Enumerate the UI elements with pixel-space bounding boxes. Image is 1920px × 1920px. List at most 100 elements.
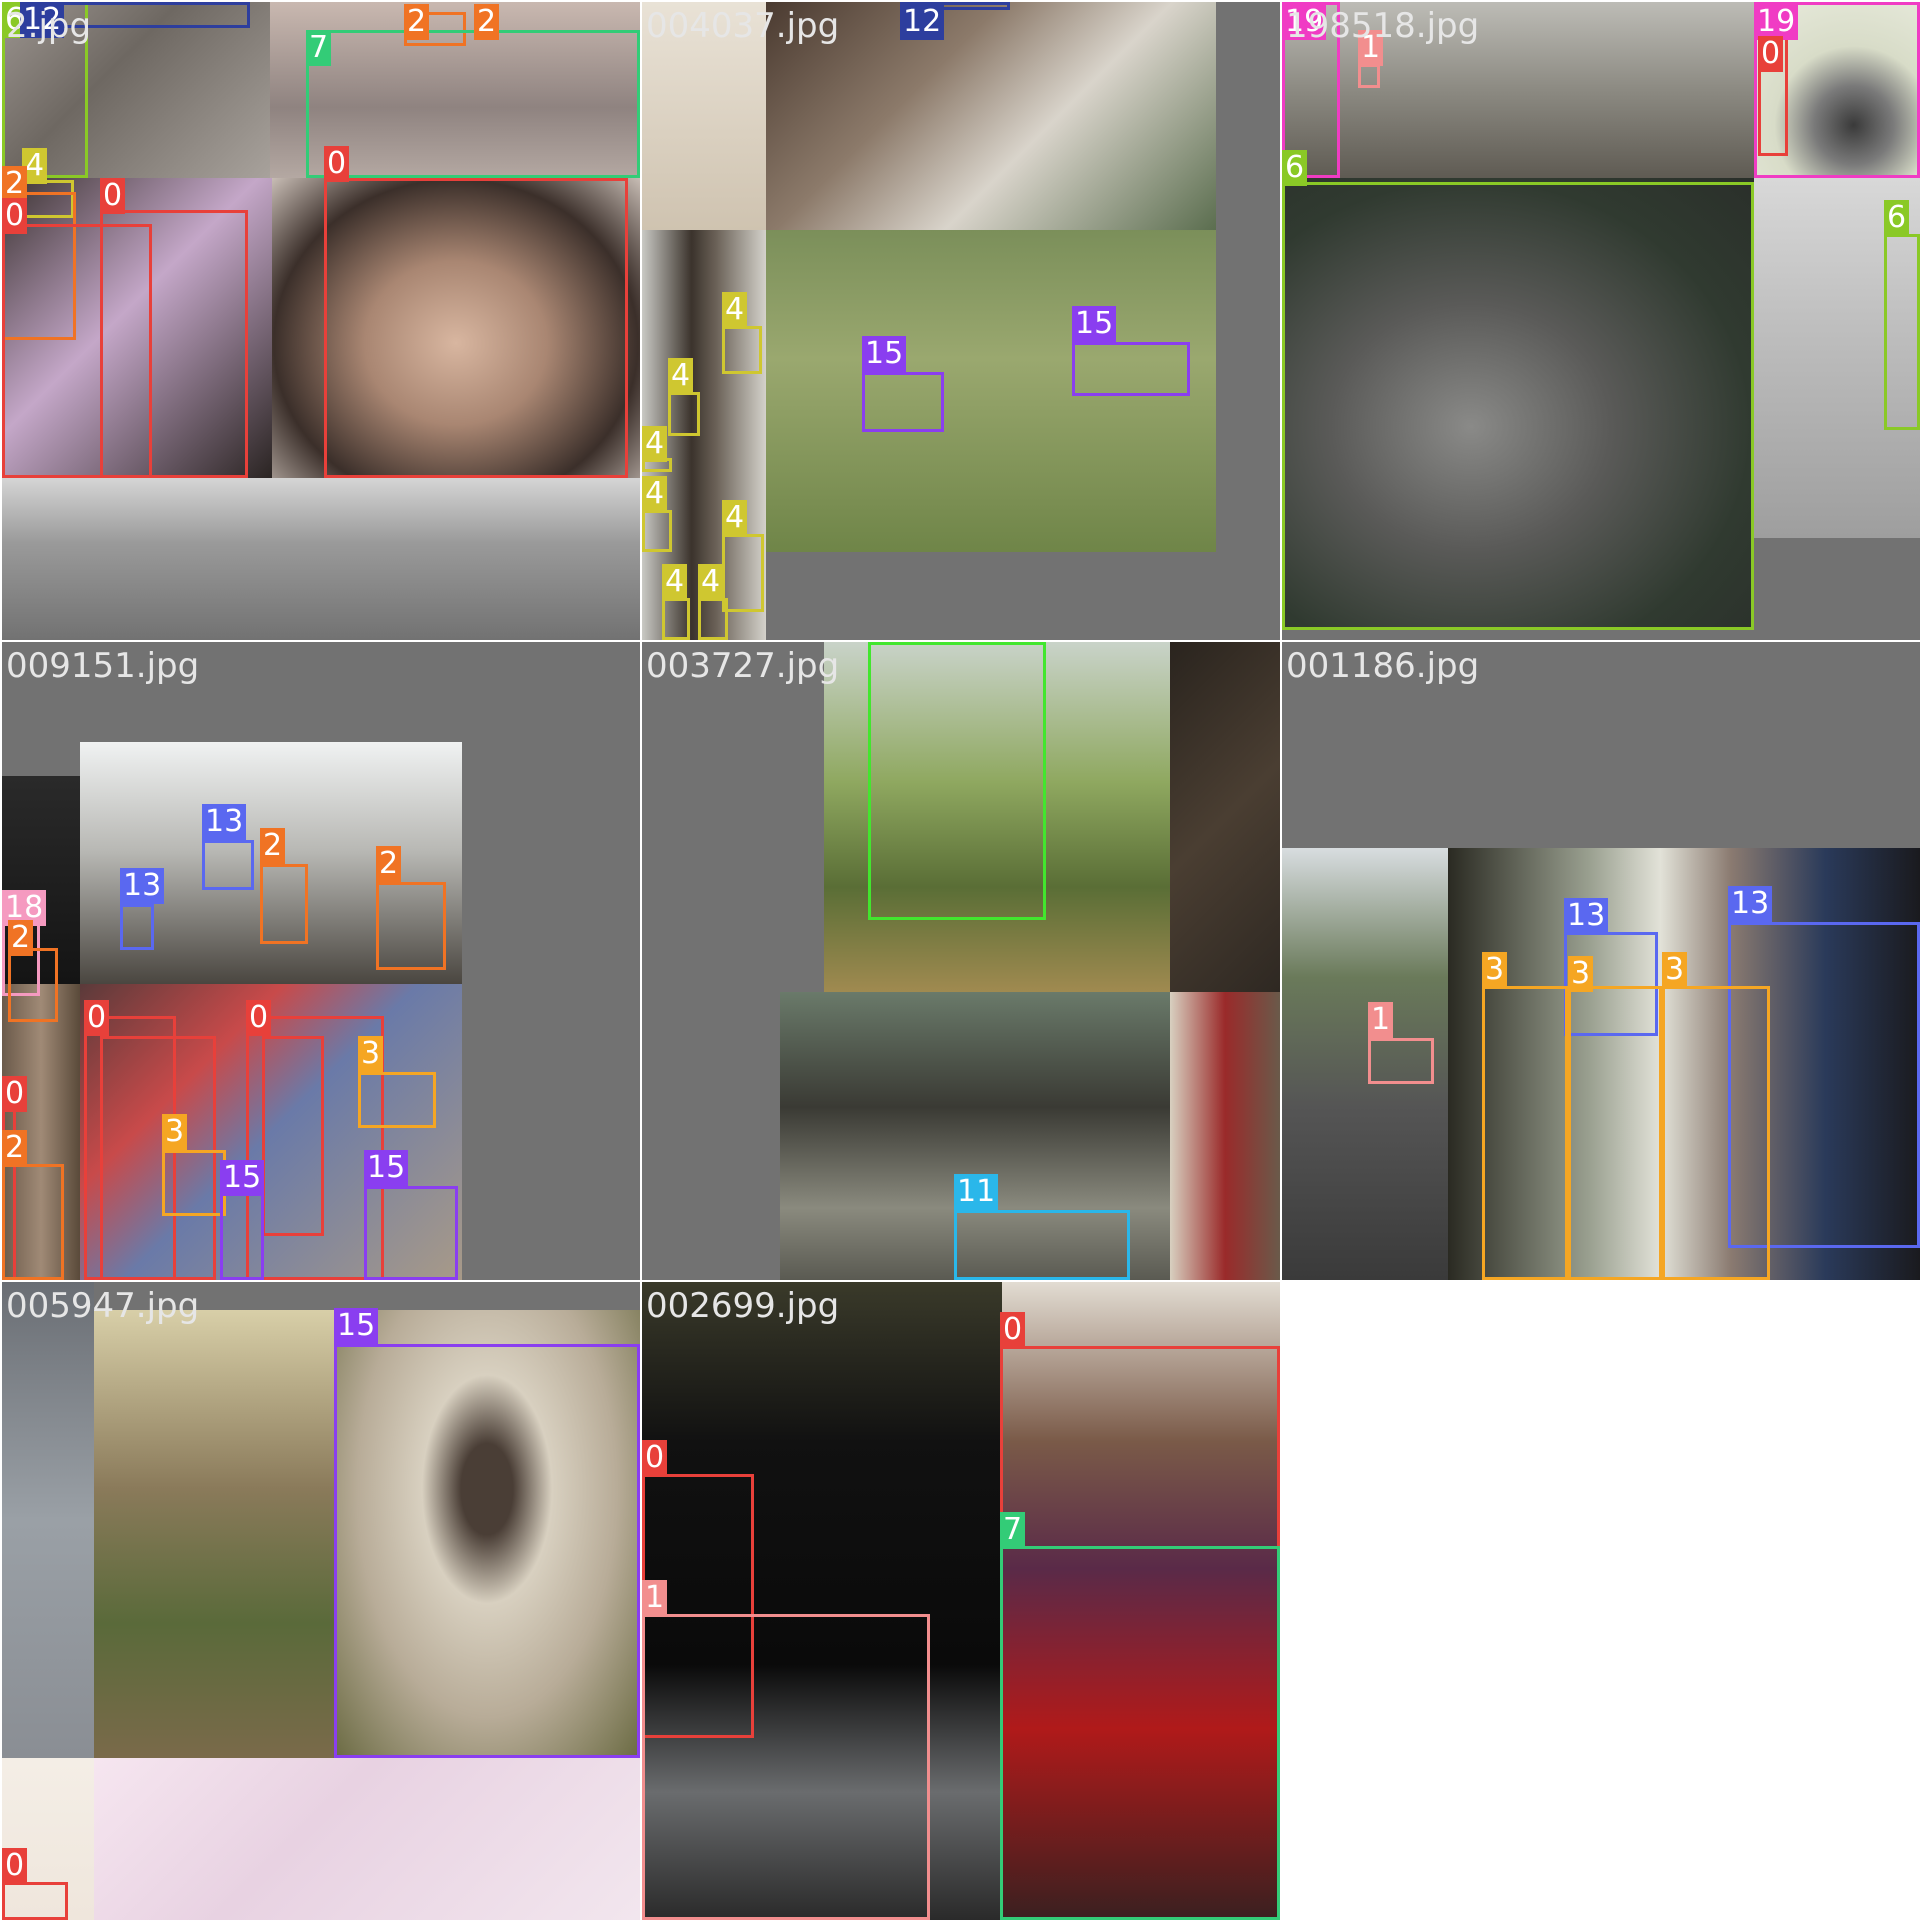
detection-label: 2: [2, 1130, 28, 1166]
detection-box: [1282, 182, 1754, 630]
tile-filename: 198518.jpg: [1286, 6, 1480, 46]
detection-label: 4: [668, 358, 694, 394]
detection-box: [1072, 342, 1190, 396]
detection-box: [1000, 1546, 1280, 1920]
mosaic-tile-1: 2.jpg 6 12 2 2 7 4 2 0 0 0: [2, 2, 640, 640]
detection-label: 1: [1368, 1002, 1394, 1038]
mosaic-grid: { "colors": { "class_0": "#e8403a", "cla…: [0, 0, 1920, 1920]
detection-box: [642, 1614, 930, 1920]
detection-box: [1884, 234, 1920, 430]
tile-filename: 002699.jpg: [646, 1286, 840, 1326]
detection-label: 0: [642, 1440, 668, 1476]
detection-label: 2: [260, 828, 286, 864]
detection-box: [162, 1150, 226, 1216]
detection-label: 0: [2, 198, 28, 234]
detection-box: [2, 1164, 64, 1280]
detection-box: [698, 598, 728, 640]
detection-label: 4: [642, 476, 668, 512]
detection-label: 15: [862, 336, 907, 372]
detection-label: 15: [1072, 306, 1117, 342]
detection-label: 11: [954, 1174, 999, 1210]
detection-label: 6: [1282, 150, 1308, 186]
detection-label: 3: [162, 1114, 188, 1150]
mosaic-tile-7: 005947.jpg 15 0: [2, 1282, 640, 1920]
detection-label: 15: [220, 1160, 265, 1196]
mosaic-tile-8: 002699.jpg 0 0 1 7: [642, 1282, 1280, 1920]
detection-box: [862, 372, 944, 432]
mosaic-tile-3: 198518.jpg 19 1 19 0 6 6: [1282, 2, 1920, 640]
detection-label: 2: [404, 4, 430, 40]
detection-label: 3: [358, 1036, 384, 1072]
tile-filename: 009151.jpg: [6, 646, 200, 686]
detection-box: [1482, 986, 1568, 1280]
detection-box: [1568, 986, 1662, 1280]
detection-label: 13: [120, 868, 165, 904]
building-street-photo: [2, 1282, 94, 1758]
gray-fade-area: [2, 478, 640, 640]
detection-label: 15: [364, 1150, 409, 1186]
mosaic-tile-6: 001186.jpg 13 13 3 3 3 1: [1282, 642, 1920, 1280]
detection-box: [1662, 986, 1770, 1280]
detection-label: 3: [1568, 956, 1594, 992]
detection-label: 13: [1564, 898, 1609, 934]
mosaic-tile-5: 003727.jpg 5 11: [642, 642, 1280, 1280]
detection-box: [358, 1072, 436, 1128]
detection-box: [2, 1882, 68, 1920]
carpet-texture-photo: [1170, 642, 1280, 992]
detection-label: 4: [642, 426, 668, 462]
detection-box: [120, 904, 154, 950]
detection-label: 0: [2, 1848, 28, 1884]
detection-box: [100, 210, 248, 478]
tile-filename: 2.jpg: [6, 6, 92, 46]
detection-box: [662, 598, 690, 640]
detection-label: 0: [84, 1000, 110, 1036]
detection-label: 15: [334, 1308, 379, 1344]
detection-label: 13: [1728, 886, 1773, 922]
detection-box: [260, 864, 308, 944]
detection-label: 4: [722, 500, 748, 536]
detection-box: [202, 840, 254, 890]
detection-box: [262, 1036, 324, 1236]
detection-label: 4: [662, 564, 688, 600]
detection-label: 0: [324, 146, 350, 182]
detection-label: 13: [202, 804, 247, 840]
detection-box: [376, 882, 446, 970]
detection-label: 7: [306, 30, 332, 66]
detection-box: [868, 642, 1046, 920]
detection-label: 2: [2, 166, 28, 202]
detection-label: 6: [1884, 200, 1910, 236]
detection-box: [324, 178, 628, 478]
detection-label: 7: [1000, 1512, 1026, 1548]
detection-box: [722, 326, 762, 374]
detection-box: [1368, 1038, 1434, 1084]
rocks-photo: [94, 1310, 334, 1758]
detection-box: [364, 1186, 458, 1280]
hallway-photo: [1170, 992, 1280, 1280]
detection-label: 12: [900, 4, 945, 40]
detection-label: 3: [1662, 952, 1688, 988]
mosaic-tile-4: 009151.jpg 13 2 2 13 18 2 0 0 3 3 15 15 …: [2, 642, 640, 1280]
detection-label: 0: [1758, 36, 1784, 72]
detection-box: [954, 1210, 1130, 1280]
detection-box: [722, 534, 764, 612]
detection-label: 1: [642, 1580, 668, 1616]
mosaic-tile-2: 004037.jpg 12 4 4 4 4 4 4 4 15 15: [642, 2, 1280, 640]
tile-filename: 005947.jpg: [6, 1286, 200, 1326]
detection-label: 2: [376, 846, 402, 882]
branch-photo: [94, 1758, 640, 1920]
detection-box: [306, 30, 640, 178]
detection-label: 0: [246, 1000, 272, 1036]
detection-label: 19: [1754, 4, 1799, 40]
detection-box: [334, 1344, 640, 1758]
detection-box: [1358, 64, 1380, 88]
detection-label: 4: [722, 292, 748, 328]
detection-label: 0: [1000, 1312, 1026, 1348]
tile-filename: 003727.jpg: [646, 646, 840, 686]
tile-filename: 004037.jpg: [646, 6, 840, 46]
detection-label: 3: [1482, 952, 1508, 988]
detection-box: [668, 392, 700, 436]
detection-label: 0: [100, 178, 126, 214]
detection-box: [642, 510, 672, 552]
detection-label: 0: [2, 1076, 28, 1112]
detection-label: 2: [474, 4, 500, 40]
